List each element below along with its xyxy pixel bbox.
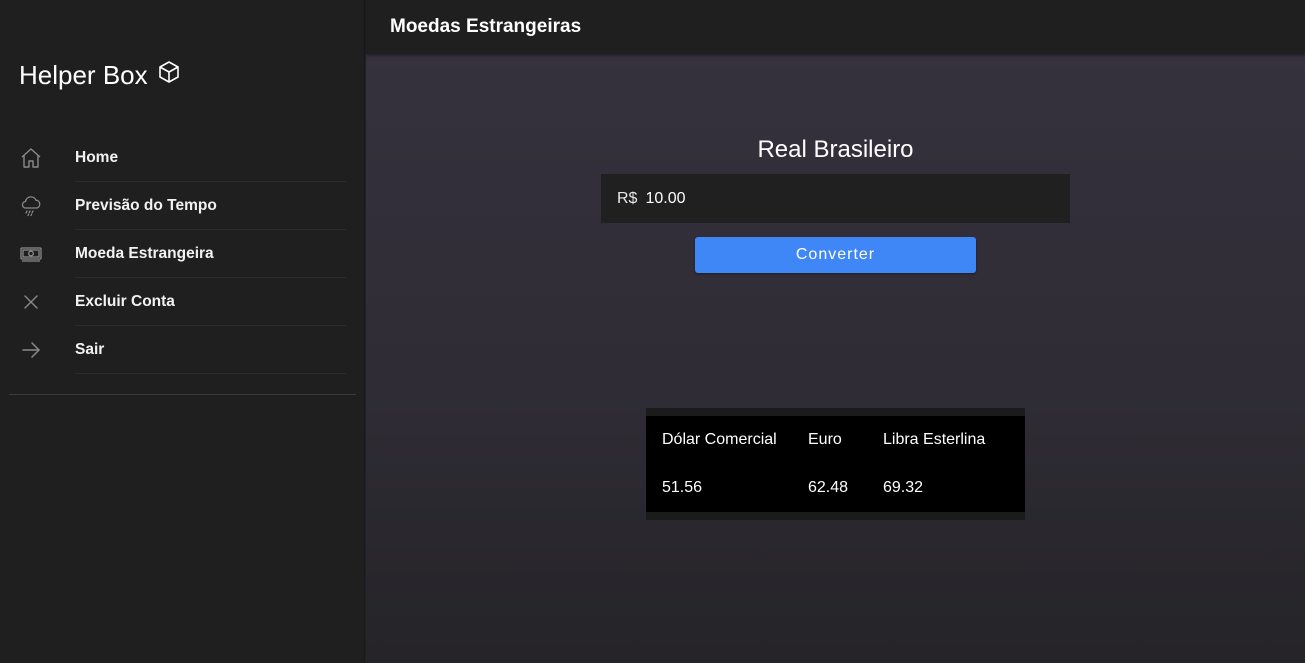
sidebar-item-label: Home [75,149,119,166]
euro-value: 62.48 [808,479,849,496]
pound-value: 69.32 [883,479,924,496]
converter-title: Real Brasileiro [757,136,914,163]
column-header-euro: Euro [808,431,842,448]
rates-table: Dólar Comercial Euro Libra Esterlina 51.… [646,416,1025,512]
sidebar-item-currency[interactable]: Moeda Estrangeira [9,230,356,278]
rain-cloud-icon [21,196,41,217]
sidebar-divider [9,394,356,395]
amount-input[interactable] [645,189,1026,208]
sidebar-item-logout[interactable]: Sair [9,326,356,374]
main-content: Real Brasileiro R$ Converter Dólar Comer… [366,54,1305,663]
sidebar-item-label: Previsão do Tempo [75,197,217,214]
page-title: Moedas Estrangeiras [390,16,582,37]
column-header-dollar: Dólar Comercial [662,431,777,448]
close-icon [24,295,38,309]
home-icon [21,148,41,168]
banknote-icon [20,247,42,262]
brand-name: Helper Box [19,60,148,90]
arrow-right-icon [22,342,40,358]
sidebar-item-label: Excluir Conta [75,293,175,310]
dollar-value: 51.56 [662,479,703,496]
column-header-pound: Libra Esterlina [883,431,986,448]
sidebar-item-home[interactable]: Home [9,134,356,182]
table-header-row: Dólar Comercial Euro Libra Esterlina [646,416,1025,464]
table-row: 51.56 62.48 69.32 [646,464,1025,512]
sidebar: Helper Box Home Previsão do Tempo Moeda … [0,0,365,663]
brand: Helper Box [19,58,181,92]
currency-prefix: R$ [617,189,638,207]
sidebar-nav: Home Previsão do Tempo Moeda Estrangeira… [9,134,356,374]
convert-button[interactable]: Converter [695,237,976,273]
sidebar-item-delete-account[interactable]: Excluir Conta [9,278,356,326]
top-bar: Moedas Estrangeiras [366,0,1305,54]
app-window: Helper Box Home Previsão do Tempo Moeda … [0,0,1305,663]
sidebar-item-weather[interactable]: Previsão do Tempo [9,182,356,230]
sidebar-item-label: Moeda Estrangeira [75,245,214,262]
cube-icon [158,61,179,83]
amount-field[interactable]: R$ [601,174,1070,223]
rates-panel: Dólar Comercial Euro Libra Esterlina 51.… [646,408,1025,520]
sidebar-item-label: Sair [75,341,105,358]
